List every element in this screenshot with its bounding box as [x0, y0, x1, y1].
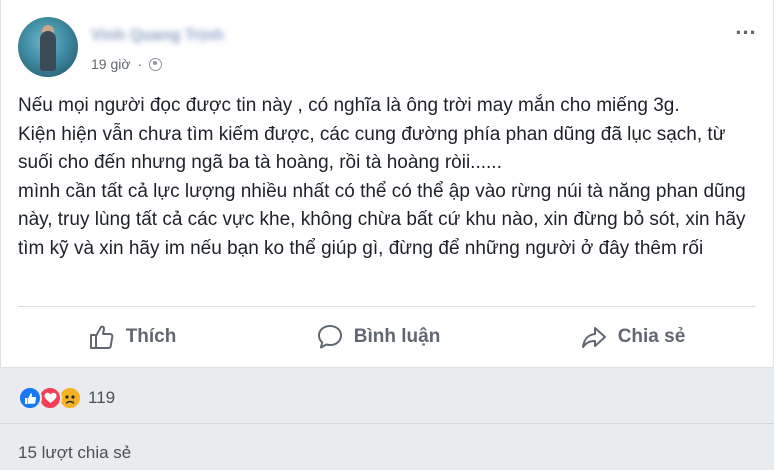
post-card: Vinh Quang Trịnh 19 giờ · ... Nếu mọi ng… — [0, 0, 774, 368]
avatar-figure — [40, 31, 56, 71]
comment-button[interactable]: Bình luận — [316, 323, 441, 351]
action-divider — [18, 306, 755, 307]
post-text: Nếu mọi người đọc được tin này , có nghĩ… — [18, 92, 763, 263]
reactions-summary[interactable]: 119 — [18, 386, 115, 410]
post-timestamp[interactable]: 19 giờ — [91, 56, 131, 72]
post-meta: 19 giờ · — [91, 56, 163, 72]
globe-icon[interactable] — [149, 57, 163, 71]
share-label: Chia sẻ — [617, 326, 686, 347]
action-bar: Thích Bình luận Chia sẻ — [18, 318, 755, 356]
post-paragraph: mình cần tất cả lực lượng nhiều nhất có … — [18, 180, 751, 259]
comment-label: Bình luận — [353, 326, 441, 347]
author-name[interactable]: Vinh Quang Trịnh — [91, 27, 224, 45]
meta-separator: · — [137, 56, 143, 72]
share-count[interactable]: 15 lượt chia sẻ — [18, 443, 131, 463]
share-button[interactable]: Chia sẻ — [580, 323, 686, 351]
avatar[interactable] — [18, 17, 78, 77]
like-icon — [18, 386, 42, 410]
share-arrow-icon — [581, 327, 606, 348]
like-label: Thích — [125, 326, 177, 347]
post-paragraph: Nếu mọi người đọc được tin này , có nghĩ… — [18, 95, 726, 173]
comment-icon — [317, 325, 342, 349]
more-options-icon[interactable]: ... — [733, 16, 759, 42]
comments-divider — [0, 423, 774, 424]
thumbs-up-icon — [89, 325, 114, 349]
reaction-count: 119 — [88, 388, 116, 407]
like-button[interactable]: Thích — [88, 323, 177, 351]
